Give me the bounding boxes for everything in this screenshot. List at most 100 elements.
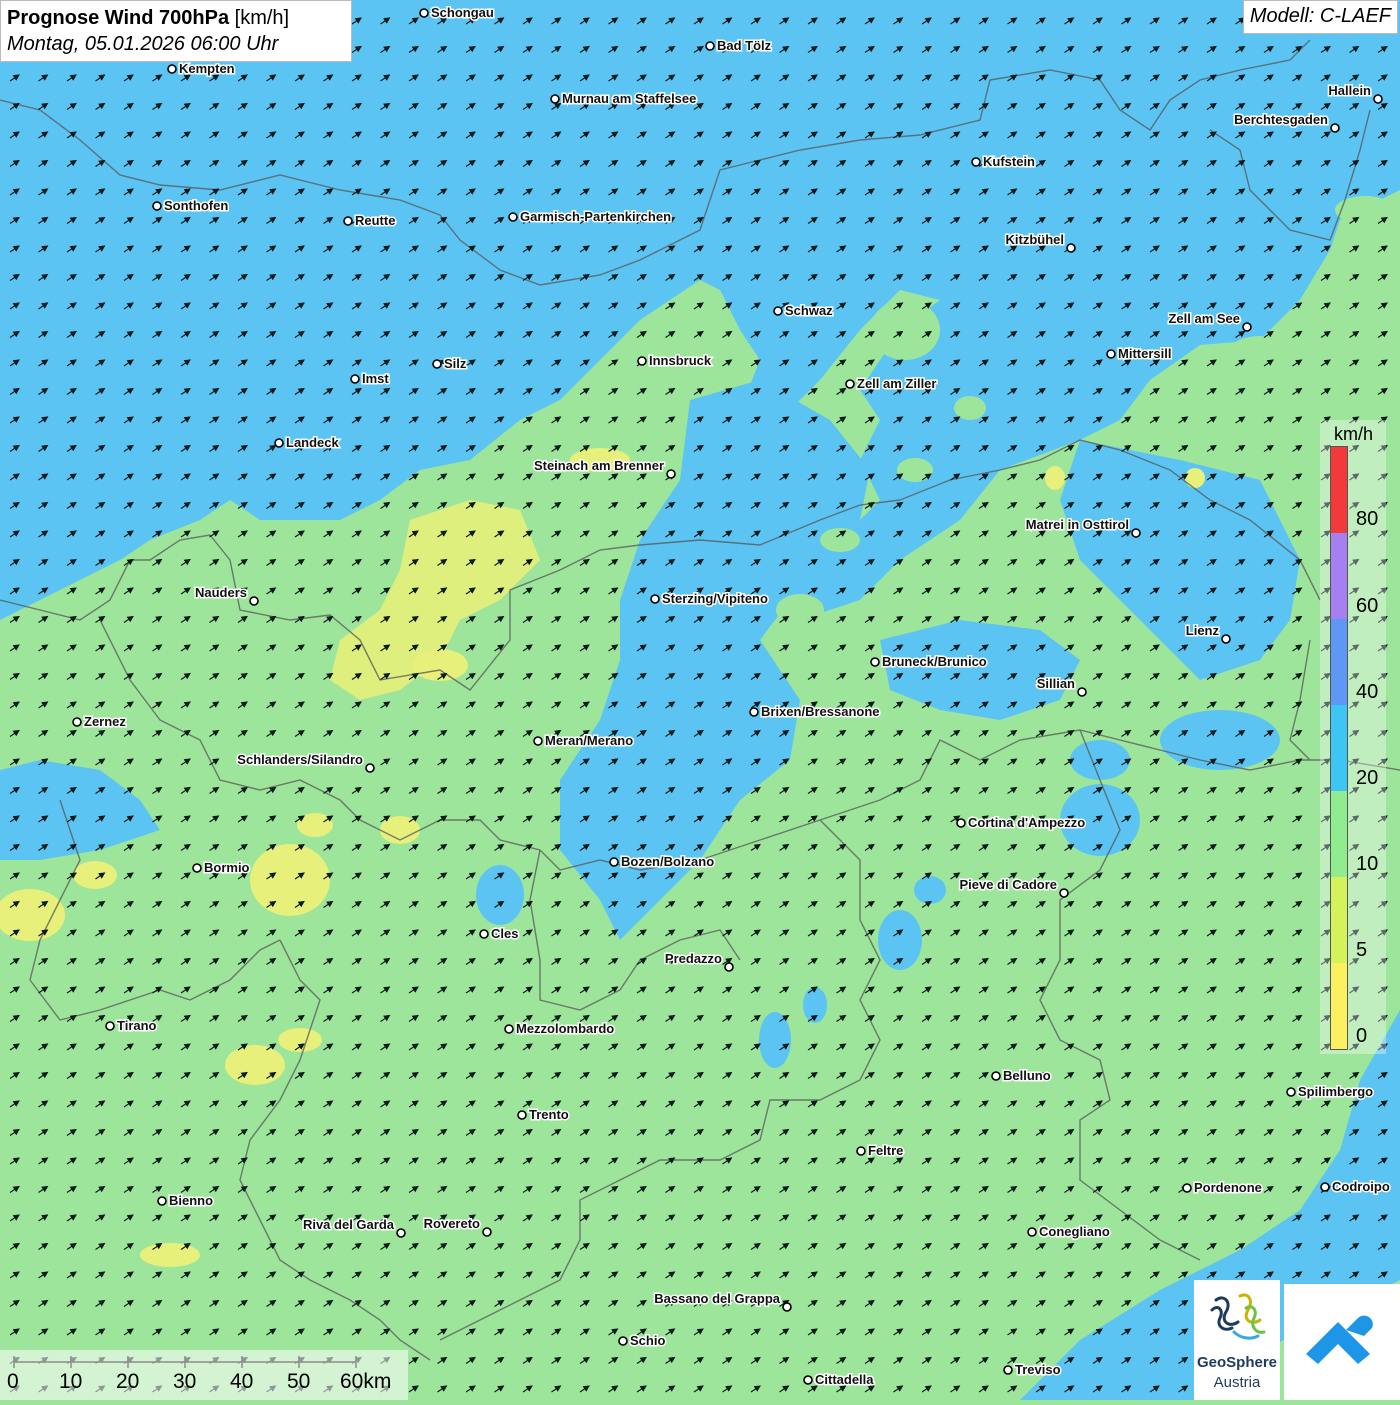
city-label: Sillian — [1037, 676, 1075, 691]
city-dot — [343, 216, 353, 226]
city-marker: Garmisch-Partenkirchen — [508, 208, 673, 226]
city-dot — [105, 1021, 115, 1031]
city-label: Bormio — [204, 860, 250, 875]
moderate-wind-spot — [803, 987, 827, 1023]
legend-label-20: 20 — [1356, 767, 1379, 789]
city-dot — [1066, 243, 1076, 253]
wind-map: Schongau Bad Tölz Kempten Murnau am Staffel… — [0, 0, 1400, 1400]
calm-wind-spot — [1145, 372, 1215, 408]
city-marker: Schongau — [419, 4, 495, 22]
city-dot — [724, 962, 734, 972]
light-wind-spot — [1185, 468, 1205, 488]
city-dot — [856, 1146, 866, 1156]
city-label: Lienz — [1186, 623, 1220, 638]
calm-wind-spot — [1335, 196, 1395, 224]
city-dot — [609, 857, 619, 867]
city-label: Imst — [362, 371, 389, 386]
city-dot — [845, 379, 855, 389]
city-label: Bassano del Grappa — [654, 1291, 780, 1306]
city-dot — [705, 41, 715, 51]
city-marker: Murnau am Staffelsee — [550, 90, 698, 108]
city-label: Brixen/Bressanone — [761, 704, 880, 719]
city-dot — [482, 1227, 492, 1237]
city-dot — [167, 64, 177, 74]
city-marker: Bozen/Bolzano — [609, 853, 716, 871]
city-label: Landeck — [286, 435, 340, 450]
city-label: Hallein — [1328, 83, 1371, 98]
city-label: Steinach am Brenner — [534, 458, 664, 473]
legend-seg-80 — [1331, 447, 1347, 533]
city-label: Matrei in Osttirol — [1026, 517, 1129, 532]
map-title: Prognose Wind 700hPa — [7, 7, 230, 29]
city-label: Berchtesgaden — [1234, 112, 1328, 127]
city-dot — [504, 1024, 514, 1034]
legend-label-5: 5 — [1356, 939, 1368, 961]
legend-seg-0 — [1331, 963, 1347, 1049]
city-label: Nauders — [195, 585, 247, 600]
city-label: Silz — [444, 356, 467, 371]
city-dot — [350, 374, 360, 384]
city-label: Cles — [491, 926, 518, 941]
light-wind-spot — [225, 1045, 285, 1085]
city-label: Bruneck/Brunico — [882, 654, 987, 669]
city-label: Spilimbergo — [1298, 1084, 1373, 1099]
city-dot — [1131, 528, 1141, 538]
city-dot — [666, 469, 676, 479]
city-label: Mezzolombardo — [516, 1021, 614, 1036]
city-label: Innsbruck — [649, 353, 712, 368]
moderate-wind-spot — [1160, 710, 1280, 770]
geosphere-logo-icon — [1210, 1293, 1266, 1340]
city-dot — [365, 763, 375, 773]
city-dot — [870, 657, 880, 667]
city-marker: Conegliano — [1027, 1223, 1111, 1241]
city-label: Zernez — [84, 714, 126, 729]
geosphere-logo[interactable]: GeoSphere Austria — [1194, 1280, 1280, 1400]
city-label: Zell am Ziller — [857, 376, 936, 391]
city-marker: Pordenone — [1182, 1179, 1263, 1197]
city-label: Belluno — [1003, 1068, 1051, 1083]
city-dot — [1027, 1227, 1037, 1237]
city-dot — [533, 736, 543, 746]
city-dot — [192, 863, 202, 873]
weather-app-logo[interactable] — [1284, 1284, 1400, 1400]
city-dot — [1077, 687, 1087, 697]
city-label: Schongau — [431, 5, 494, 20]
city-dot — [1003, 1365, 1013, 1375]
city-label: Schio — [630, 1333, 665, 1348]
city-label: Schlanders/Silandro — [237, 752, 363, 767]
calm-wind-spot — [954, 396, 986, 420]
city-dot — [249, 596, 259, 606]
city-dot — [72, 717, 82, 727]
city-label: Pieve di Cadore — [959, 877, 1057, 892]
light-wind-spot — [412, 649, 468, 681]
city-marker: Zell am Ziller — [845, 375, 938, 393]
city-dot — [650, 594, 660, 604]
light-wind-spot — [140, 1243, 200, 1267]
legend-unit: km/h — [1334, 424, 1374, 444]
city-label: Kitzbühel — [1006, 232, 1065, 247]
city-label: Codroipo — [1332, 1179, 1390, 1194]
calm-wind-spot — [776, 594, 824, 626]
city-label: Mittersill — [1118, 346, 1171, 361]
city-label: Cortina d'Ampezzo — [968, 815, 1085, 830]
city-marker: Brixen/Bressanone — [749, 703, 881, 721]
city-dot — [550, 94, 560, 104]
city-dot — [773, 306, 783, 316]
moderate-wind-spot — [476, 865, 524, 925]
city-label: Meran/Merano — [545, 733, 633, 748]
city-label: Treviso — [1015, 1362, 1061, 1377]
calm-wind-spot — [1320, 290, 1400, 370]
city-label: Bad Tölz — [717, 38, 772, 53]
city-dot — [1221, 634, 1231, 644]
city-dot — [1320, 1182, 1330, 1192]
weather-app-logo-icon — [1306, 1315, 1373, 1364]
city-marker: Codroipo — [1320, 1178, 1391, 1196]
geosphere-sub: Austria — [1213, 1374, 1261, 1391]
light-wind-spot — [250, 844, 330, 916]
forecast-datetime: Montag, 05.01.2026 06:00 Uhr — [7, 33, 279, 55]
city-dot — [1330, 123, 1340, 133]
legend-label-40: 40 — [1356, 681, 1379, 703]
city-label: Reutte — [355, 213, 395, 228]
city-dot — [274, 438, 284, 448]
city-dot — [803, 1375, 813, 1385]
